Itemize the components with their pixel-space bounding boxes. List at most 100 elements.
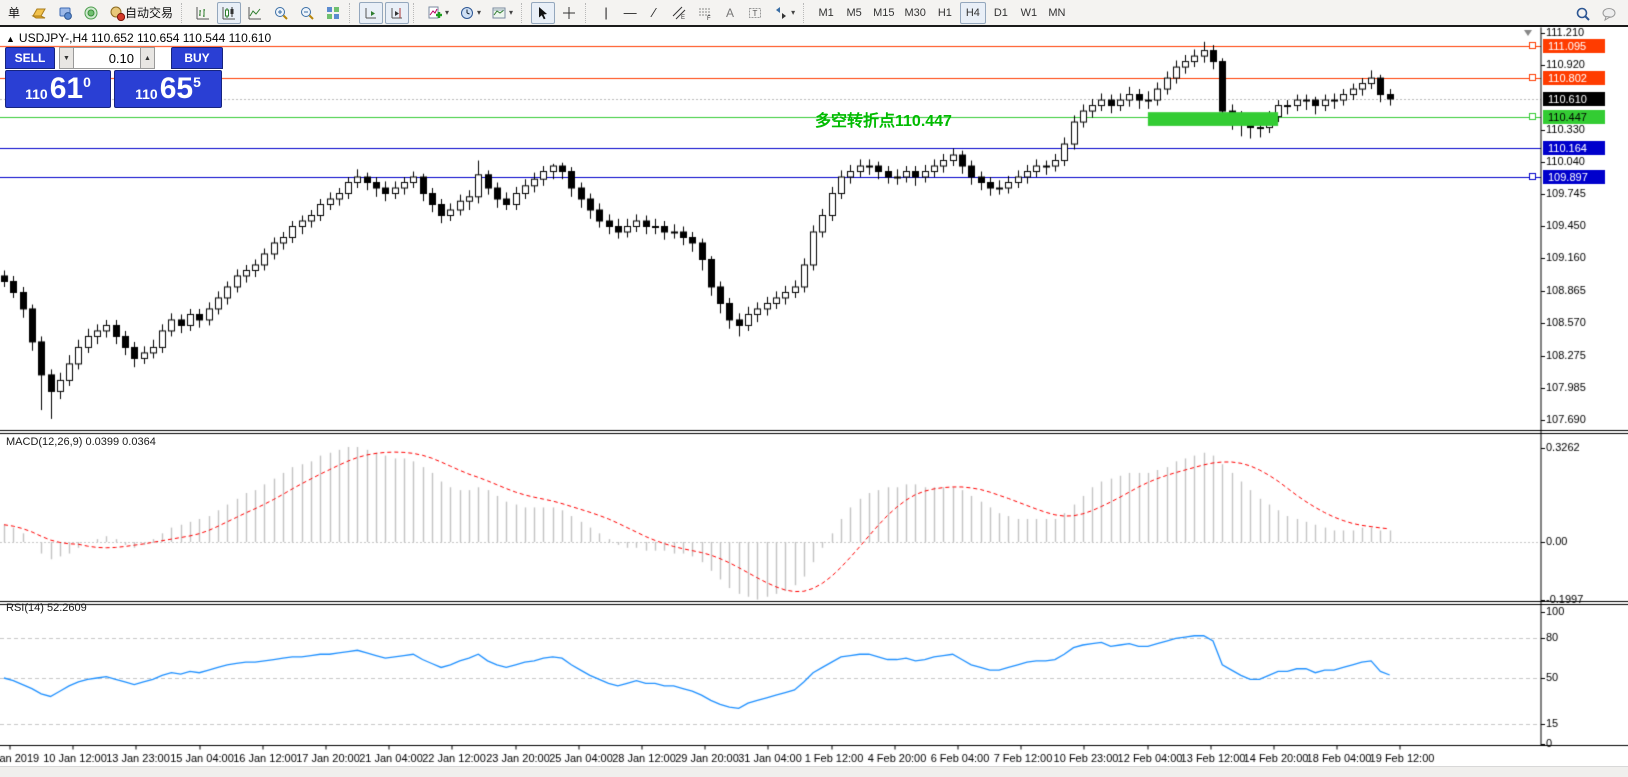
vertical-line-icon: | [604, 5, 607, 21]
toolbar-separator [585, 3, 591, 23]
chart-shift-button[interactable] [385, 2, 409, 24]
volume-down-button[interactable]: ▼ [59, 47, 74, 69]
fibonacci-button[interactable]: F [693, 2, 717, 24]
timeframe-h4-button[interactable]: H4 [960, 2, 986, 24]
svg-text:E: E [681, 15, 685, 21]
toolbar-separator [413, 3, 419, 23]
buy-button[interactable]: BUY [171, 47, 223, 69]
buy-price-point: 5 [193, 74, 201, 90]
fibonacci-icon: F [697, 5, 713, 21]
timeframe-m5-button[interactable]: M5 [841, 2, 867, 24]
timeframe-m1-button[interactable]: M1 [813, 2, 839, 24]
label-tool-button[interactable]: T [743, 2, 767, 24]
crosshair-button[interactable] [557, 2, 581, 24]
autotrading-button[interactable]: 自动交易 [105, 2, 177, 24]
chat-button[interactable] [1597, 3, 1621, 25]
cursor-button[interactable] [531, 2, 555, 24]
arrows-tool-button[interactable]: ▾ [769, 2, 799, 24]
search-icon [1575, 6, 1591, 22]
accounts-icon [57, 5, 73, 21]
vertical-line-button[interactable]: | [595, 2, 617, 24]
buy-price-figure: 110 [135, 86, 158, 102]
toolbar-separator [181, 3, 187, 23]
timeframe-mn-button[interactable]: MN [1044, 2, 1070, 24]
signals-icon [83, 5, 99, 21]
crosshair-icon [561, 5, 577, 21]
clock-icon [459, 5, 475, 21]
label-tool-icon: T [747, 5, 763, 21]
chart-line-button[interactable] [243, 2, 267, 24]
status-bar [0, 766, 1628, 777]
horizontal-line-icon: — [624, 5, 637, 21]
tile-windows-icon [325, 5, 341, 21]
template-icon [491, 5, 507, 21]
indicators-button[interactable]: ▾ [423, 2, 453, 24]
dropdown-caret: ▾ [791, 8, 795, 17]
text-tool-button[interactable]: A [719, 2, 741, 24]
channel-icon: E [671, 5, 687, 21]
symbol-ohlc-text: USDJPY-,H4 110.652 110.654 110.544 110.6… [19, 31, 271, 45]
timeframe-d1-button[interactable]: D1 [988, 2, 1014, 24]
equidistant-channel-button[interactable]: E [667, 2, 691, 24]
timeframe-m15-button[interactable]: M15 [869, 2, 898, 24]
chart-shift-icon [389, 5, 405, 21]
horizontal-line-button[interactable]: — [619, 2, 641, 24]
tile-windows-button[interactable] [321, 2, 345, 24]
svg-text:F: F [707, 16, 711, 21]
toolbar-separator [349, 3, 355, 23]
bar-chart-icon [195, 5, 211, 21]
candlestick-icon [221, 5, 237, 21]
autotrading-icon [109, 5, 125, 21]
templates-button[interactable]: ▾ [487, 2, 517, 24]
auto-scroll-button[interactable] [359, 2, 383, 24]
chart-canvas[interactable] [0, 27, 1628, 776]
zoom-in-icon [273, 5, 289, 21]
timeframe-h1-button[interactable]: H1 [932, 2, 958, 24]
autotrading-label: 自动交易 [125, 4, 173, 21]
one-click-trade-panel: SELL ▼ ▲ BUY 110 61 0 110 65 5 [5, 47, 223, 108]
timeframe-w1-button[interactable]: W1 [1016, 2, 1042, 24]
zoom-out-button[interactable] [295, 2, 319, 24]
history-center-button[interactable] [27, 2, 51, 24]
sell-price-pips: 61 [50, 72, 83, 106]
chart-window: ▲ USDJPY-,H4 110.652 110.654 110.544 110.… [0, 27, 1628, 776]
trendline-button[interactable]: ∕ [643, 2, 665, 24]
svg-text:T: T [753, 9, 758, 18]
main-toolbar: 单 自动交易 [0, 0, 1628, 27]
dropdown-caret: ▾ [477, 8, 481, 17]
sell-price-tile[interactable]: 110 61 0 [5, 70, 111, 108]
toolbar-separator [803, 3, 809, 23]
zoom-out-icon [299, 5, 315, 21]
collapse-arrow-icon[interactable]: ▲ [6, 34, 15, 44]
sell-button[interactable]: SELL [5, 47, 55, 69]
volume-up-button[interactable]: ▲ [140, 47, 155, 69]
new-order-button[interactable]: 单 [3, 2, 25, 24]
sell-price-figure: 110 [25, 86, 48, 102]
sell-price-point: 0 [83, 74, 91, 90]
symbol-title: ▲ USDJPY-,H4 110.652 110.654 110.544 110.… [6, 31, 271, 45]
signals-button[interactable] [79, 2, 103, 24]
chat-bubble-icon [1601, 6, 1617, 22]
volume-input[interactable] [74, 47, 140, 69]
indicators-add-icon [427, 5, 443, 21]
accounts-button[interactable] [53, 2, 77, 24]
chart-text-annotation[interactable]: 多空转折点110.447 [815, 107, 952, 131]
text-tool-icon: A [726, 6, 734, 20]
cursor-icon [535, 5, 551, 21]
chart-candles-button[interactable] [217, 2, 241, 24]
search-button[interactable] [1571, 3, 1595, 25]
rsi-indicator-label: RSI(14) 52.2609 [6, 602, 87, 614]
buy-price-pips: 65 [160, 72, 193, 106]
timeframe-m30-button[interactable]: M30 [900, 2, 929, 24]
buy-price-tile[interactable]: 110 65 5 [114, 70, 222, 108]
chart-bars-button[interactable] [191, 2, 215, 24]
dropdown-caret: ▾ [445, 8, 449, 17]
arrows-tool-icon [773, 5, 789, 21]
periods-button[interactable]: ▾ [455, 2, 485, 24]
new-order-label: 单 [8, 4, 20, 21]
history-icon [31, 5, 47, 21]
line-chart-icon [247, 5, 263, 21]
dropdown-caret: ▾ [509, 8, 513, 17]
timeframe-group: M1M5M15M30H1H4D1W1MN [812, 0, 1071, 26]
zoom-in-button[interactable] [269, 2, 293, 24]
